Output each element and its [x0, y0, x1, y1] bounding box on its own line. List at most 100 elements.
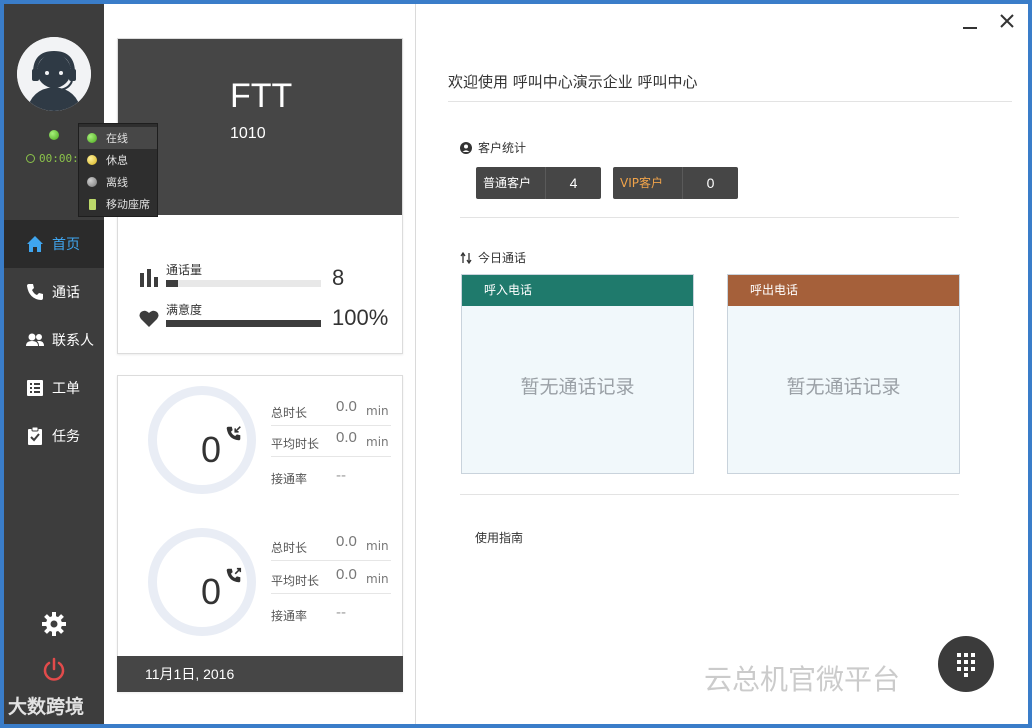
call-volume-metric: 通话量 8	[138, 259, 398, 295]
inbound-total-duration: 总时长 0.0 min	[271, 396, 391, 426]
nav-item-tickets[interactable]: 工单	[4, 364, 104, 412]
nav-label: 任务	[52, 429, 80, 445]
status-option-offline[interactable]: 离线	[79, 171, 157, 193]
nav-label: 首页	[52, 237, 80, 253]
welcome-message: 欢迎使用 呼叫中心演示企业 呼叫中心	[448, 73, 698, 91]
panel-divider	[415, 4, 416, 724]
current-date-bar: 11月1日, 2016	[117, 656, 403, 692]
timer-icon	[26, 154, 35, 163]
status-option-mobile[interactable]: 移动座席	[79, 193, 157, 215]
outbound-answer-rate: 接通率 --	[271, 599, 391, 629]
call-volume-label: 通话量	[166, 263, 203, 277]
nav-item-calls[interactable]: 通话	[4, 268, 104, 316]
outbound-avg-duration: 平均时长 0.0 min	[271, 564, 391, 594]
inbound-calls-count: 0	[201, 429, 222, 470]
bar-chart-icon	[138, 267, 160, 289]
section-title-text: 今日通话	[478, 251, 527, 265]
nav-item-home[interactable]: 首页	[4, 220, 104, 268]
stat-value: 0.0	[336, 566, 357, 583]
heart-icon	[138, 307, 160, 329]
call-stats-card: 0 总时长 0.0 min 平均时长 0.0 min 接通率 -- 0 总时长	[117, 375, 403, 692]
agent-name: FTT	[230, 77, 293, 115]
incoming-call-icon	[225, 425, 242, 442]
status-indicator-dot[interactable]	[49, 130, 59, 140]
stat-value: 0.0	[336, 429, 357, 446]
stat-label: 接通率	[271, 609, 308, 623]
call-volume-bar-fill	[166, 280, 179, 287]
phone-icon	[24, 281, 46, 303]
inbound-panel-header: 呼入电话	[462, 275, 693, 306]
close-icon[interactable]	[996, 10, 1018, 32]
stat-label: 接通率	[271, 472, 308, 486]
outbound-calls-count: 0	[201, 571, 222, 612]
inbound-avg-duration: 平均时长 0.0 min	[271, 427, 391, 457]
section-divider	[460, 494, 959, 495]
chip-label: 普通客户	[476, 167, 546, 199]
online-dot-icon	[87, 133, 97, 143]
nav-label: 联系人	[52, 333, 94, 349]
stat-value: --	[336, 605, 347, 621]
break-dot-icon	[87, 155, 97, 165]
outbound-calls-ring: 0	[148, 528, 256, 636]
stat-unit: min	[366, 539, 389, 553]
swap-arrows-icon	[460, 251, 472, 264]
status-option-label: 离线	[106, 176, 128, 189]
nav-item-tasks[interactable]: 任务	[4, 412, 104, 460]
nav-label: 通话	[52, 285, 80, 301]
offline-dot-icon	[87, 177, 97, 187]
status-dropdown-menu: 在线 休息 离线 移动座席	[78, 123, 158, 217]
outbound-empty-message: 暂无通话记录	[786, 376, 901, 398]
stat-label: 平均时长	[271, 437, 320, 451]
minimize-icon[interactable]	[959, 12, 981, 34]
power-icon[interactable]	[41, 657, 67, 683]
outbound-total-duration: 总时长 0.0 min	[271, 531, 391, 561]
nav-label: 工单	[52, 381, 80, 397]
stat-unit: min	[366, 404, 389, 418]
chip-value: 4	[569, 175, 578, 191]
user-circle-icon	[460, 141, 472, 154]
stat-unit: min	[366, 572, 389, 586]
stat-unit: min	[366, 435, 389, 449]
list-icon	[24, 377, 46, 399]
outbound-calls-panel: 呼出电话 暂无通话记录	[727, 274, 960, 474]
timer-text: 00:00:	[39, 152, 79, 165]
satisfaction-bar	[166, 320, 321, 327]
headset-avatar-icon	[17, 37, 91, 111]
online-timer: 00:00:	[26, 152, 79, 165]
inbound-calls-panel: 呼入电话 暂无通话记录	[461, 274, 694, 474]
stat-label: 总时长	[271, 541, 308, 555]
agent-profile-card: FTT 1010 通话量 8 满意度 100%	[117, 38, 403, 354]
satisfaction-label: 满意度	[166, 303, 203, 317]
mobile-phone-icon	[89, 198, 96, 210]
outgoing-call-icon	[225, 567, 242, 584]
section-divider	[460, 217, 959, 218]
outbound-panel-header: 呼出电话	[728, 275, 959, 306]
profile-header: FTT 1010	[118, 39, 402, 215]
contacts-icon	[24, 329, 46, 351]
settings-gear-icon[interactable]	[41, 611, 67, 637]
user-guide-link[interactable]: 使用指南	[475, 529, 523, 546]
status-option-online[interactable]: 在线	[79, 127, 157, 149]
status-option-label: 在线	[106, 132, 128, 145]
stat-value: --	[336, 468, 347, 484]
chip-label: VIP客户	[613, 167, 683, 199]
inbound-answer-rate: 接通率 --	[271, 462, 391, 492]
stat-value: 0.0	[336, 398, 357, 415]
stat-value: 0.0	[336, 533, 357, 550]
agent-avatar[interactable]	[17, 37, 91, 111]
app-window: 00:00: 首页 通话 联系人 工单 任务 在线 休息 离线 移动座席 FTT…	[4, 4, 1028, 724]
task-icon	[24, 425, 46, 447]
satisfaction-metric: 满意度 100%	[138, 299, 398, 335]
customer-stats-title: 客户统计	[460, 139, 526, 156]
status-option-break[interactable]: 休息	[79, 149, 157, 171]
status-option-label: 移动座席	[106, 198, 150, 211]
regular-customers-chip[interactable]: 普通客户 4	[476, 167, 601, 199]
watermark-text: 云总机官微平台	[704, 663, 901, 696]
agent-id: 1010	[230, 125, 266, 142]
watermark-bottom-left: 大数跨境	[8, 696, 85, 718]
dialpad-button[interactable]	[938, 636, 994, 692]
nav-item-contacts[interactable]: 联系人	[4, 316, 104, 364]
call-volume-bar	[166, 280, 321, 287]
vip-customers-chip[interactable]: VIP客户 0	[613, 167, 738, 199]
inbound-empty-message: 暂无通话记录	[520, 376, 635, 398]
